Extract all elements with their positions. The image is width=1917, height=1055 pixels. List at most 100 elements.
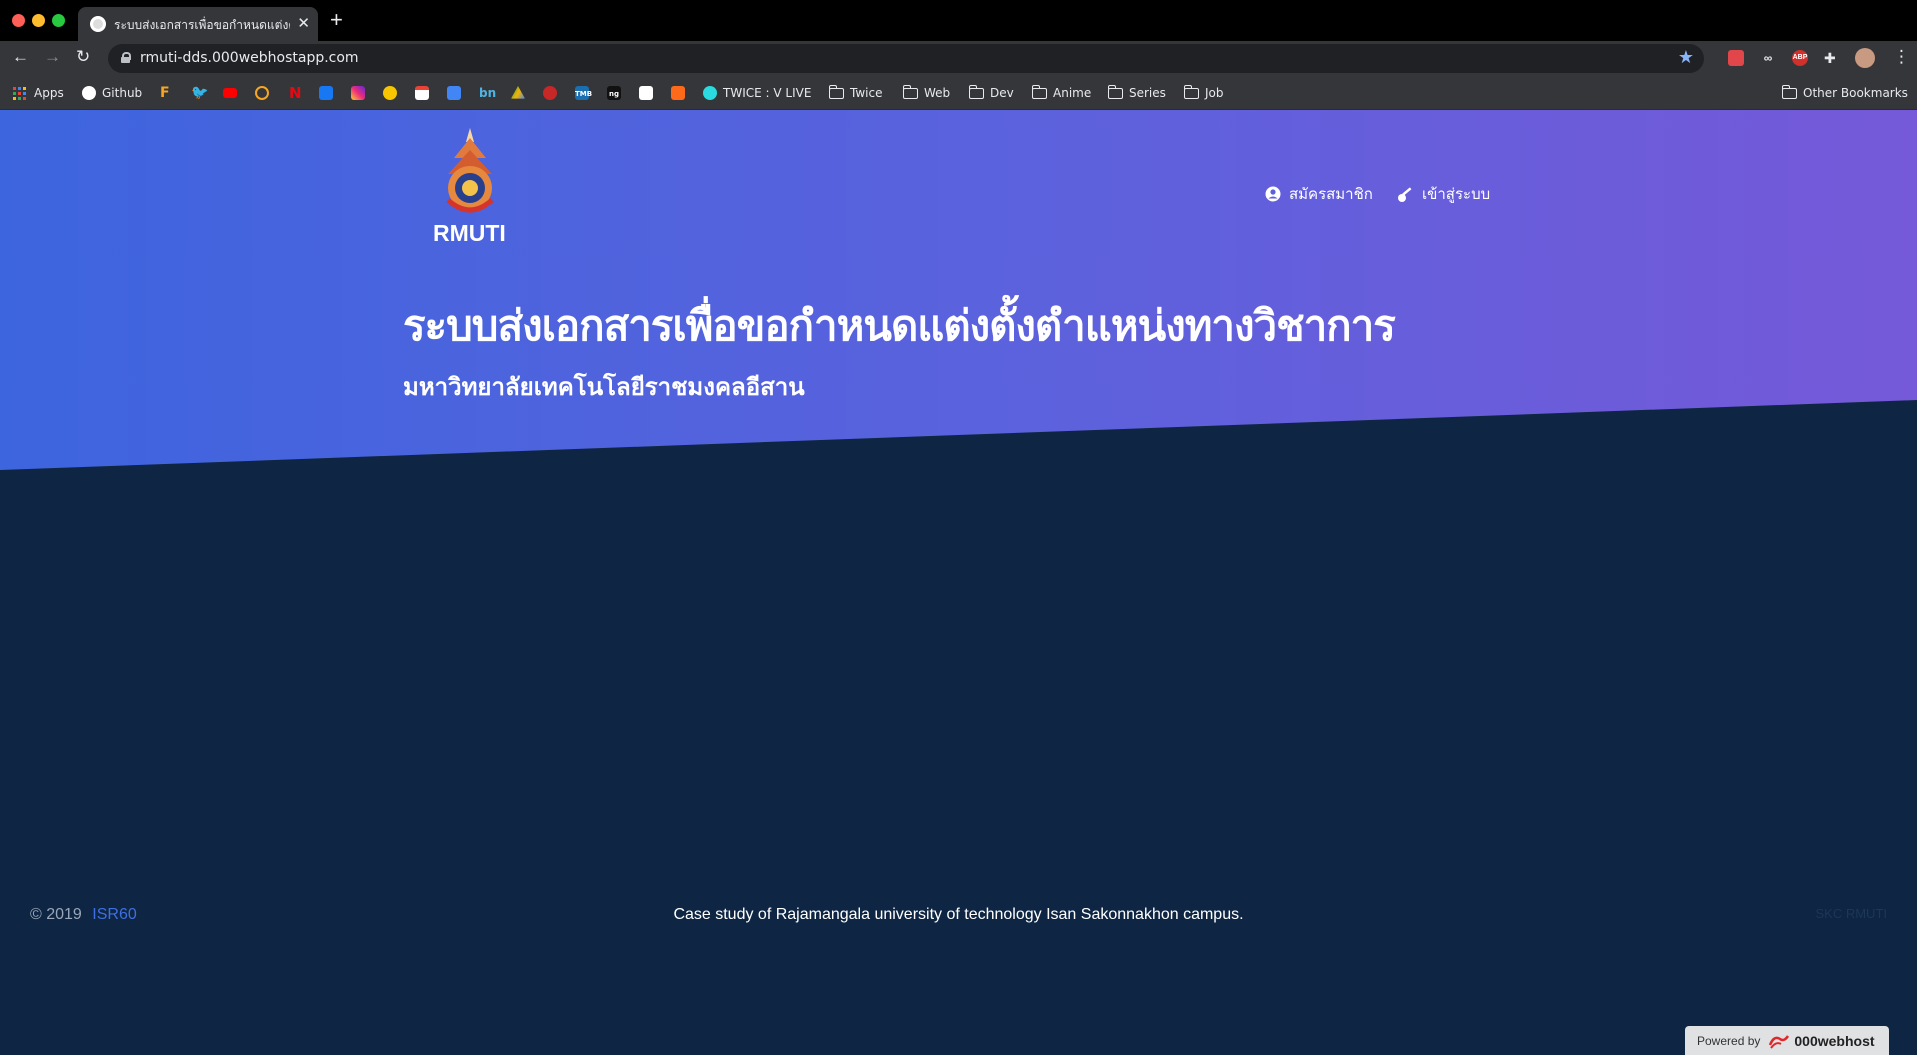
- tab-favicon-icon: [90, 16, 106, 32]
- bookmark-github[interactable]: Github: [82, 84, 142, 102]
- orange-app-icon: [671, 86, 685, 100]
- bookmark-folder-anime[interactable]: Anime: [1032, 84, 1091, 102]
- footer-right-text: SKC RMUTI: [1815, 906, 1888, 921]
- bookmark-translate[interactable]: [447, 84, 467, 102]
- play-circle-icon: [255, 86, 269, 100]
- shield-icon: [543, 86, 557, 100]
- folder-icon: [1184, 84, 1199, 99]
- bookmark-emoji[interactable]: [383, 84, 403, 102]
- login-label: เข้าสู่ระบบ: [1422, 185, 1491, 203]
- browser-tab-bar: ระบบส่งเอกสารเพื่อขอกำหนดแต่งตั้ง ✕ +: [0, 0, 1917, 41]
- profile-avatar[interactable]: [1855, 48, 1875, 68]
- register-label: สมัครสมาชิก: [1289, 185, 1373, 203]
- browser-tab-active[interactable]: ระบบส่งเอกสารเพื่อขอกำหนดแต่งตั้ง ✕: [78, 7, 318, 41]
- url-text[interactable]: rmuti-dds.000webhostapp.com: [140, 50, 359, 66]
- webhost-swirl-icon: [1769, 1034, 1790, 1049]
- bookmark-folder-dev[interactable]: Dev: [969, 84, 1014, 102]
- apps-grid-icon: [13, 86, 26, 100]
- bookmark-github-label: Github: [102, 86, 143, 100]
- folder-icon: [969, 84, 984, 99]
- register-link[interactable]: สมัครสมาชิก: [1265, 182, 1373, 206]
- translate-icon: [447, 86, 461, 100]
- tab-title: ระบบส่งเอกสารเพื่อขอกำหนดแต่งตั้ง: [114, 18, 290, 32]
- close-window-button[interactable]: [12, 14, 25, 27]
- webhost-logo: 000webhost: [1768, 1032, 1875, 1049]
- flag-extension-icon[interactable]: [1728, 50, 1744, 66]
- bookmark-other-bookmarks[interactable]: Other Bookmarks: [1782, 84, 1908, 102]
- bookmark-folder-web[interactable]: Web: [903, 84, 950, 102]
- bookmark-other-label: Other Bookmarks: [1803, 86, 1908, 100]
- bookmark-drive[interactable]: [511, 84, 531, 102]
- bookmark-folder-label: Series: [1129, 86, 1166, 100]
- adblock-extension-icon[interactable]: ABP: [1792, 50, 1808, 66]
- netflix-icon[interactable]: N: [289, 84, 302, 102]
- bookmark-play[interactable]: [255, 84, 275, 102]
- youtube-icon: [223, 88, 237, 98]
- bookmark-folder-label: Web: [924, 86, 951, 100]
- address-bar[interactable]: rmuti-dds.000webhostapp.com ★: [108, 44, 1704, 73]
- key-icon: [1398, 186, 1412, 202]
- bookmark-facebook[interactable]: [319, 84, 339, 102]
- bookmark-folder-label: Anime: [1053, 86, 1092, 100]
- page-subtitle: มหาวิทยาลัยเทคโนโลยีราชมงคลอีสาน: [403, 373, 805, 401]
- footer-caption: Case study of Rajamangala university of …: [673, 906, 1244, 923]
- facebook-icon: [319, 86, 333, 100]
- webhost-brand-label: 000webhost: [1794, 1032, 1875, 1049]
- bookmark-folder-label: Dev: [990, 86, 1014, 100]
- page-title: ระบบส่งเอกสารเพื่อขอกำหนดแต่งตั้งตำแหน่ง…: [403, 301, 1396, 350]
- smiley-icon: [383, 86, 397, 100]
- bookmark-star-icon[interactable]: ★: [1678, 47, 1694, 68]
- bookmark-f-icon[interactable]: F: [160, 84, 170, 102]
- glasses-extension-icon[interactable]: ∞: [1760, 50, 1776, 66]
- github-icon: [82, 86, 96, 100]
- reload-icon[interactable]: ↻: [76, 47, 90, 67]
- bookmark-folder-label: Twice: [850, 86, 883, 100]
- back-arrow-icon[interactable]: ←: [12, 47, 29, 67]
- bookmark-folder-series[interactable]: Series: [1108, 84, 1166, 102]
- bookmark-folder-job[interactable]: Job: [1184, 84, 1224, 102]
- bookmark-shield[interactable]: [543, 84, 563, 102]
- forward-arrow-icon[interactable]: →: [44, 47, 61, 67]
- hero-banner: [0, 110, 1917, 470]
- powered-by-badge[interactable]: Powered by 000webhost: [1685, 1026, 1889, 1055]
- folder-icon: [829, 84, 844, 99]
- bookmarks-bar: Apps Github F 🐦 N bn TMB ng TWICE : V LI…: [0, 76, 1917, 110]
- user-circle-icon: [1265, 186, 1281, 202]
- browser-toolbar: ← → ↻ rmuti-dds.000webhostapp.com ★ ∞ AB…: [0, 41, 1917, 76]
- bookmark-folder-label: Job: [1205, 86, 1224, 100]
- bookmark-r[interactable]: [639, 84, 659, 102]
- bookmark-twice-vlive[interactable]: TWICE : V LIVE: [703, 84, 811, 102]
- bookmark-gmail[interactable]: [415, 84, 435, 102]
- twitter-icon[interactable]: 🐦: [191, 84, 208, 102]
- gmail-icon: [415, 86, 429, 100]
- bookmark-instagram[interactable]: [351, 84, 371, 102]
- tmb-icon: TMB: [575, 86, 592, 100]
- bookmark-youtube[interactable]: [223, 84, 243, 102]
- folder-icon: [1782, 84, 1797, 99]
- puzzle-extensions-icon[interactable]: ✚: [1824, 50, 1840, 66]
- vlive-icon: [703, 86, 717, 100]
- powered-by-label: Powered by: [1697, 1033, 1761, 1048]
- login-link[interactable]: เข้าสู่ระบบ: [1397, 182, 1490, 206]
- folder-icon: [1032, 84, 1047, 99]
- ng-icon: ng: [607, 86, 621, 100]
- folder-icon: [903, 84, 918, 99]
- bookmark-folder-twice[interactable]: Twice: [829, 84, 882, 102]
- folder-icon: [1108, 84, 1123, 99]
- bookmark-apps[interactable]: Apps: [13, 84, 64, 102]
- tab-close-icon[interactable]: ✕: [297, 14, 310, 32]
- r-icon: [639, 86, 653, 100]
- bookmark-tmb[interactable]: TMB: [575, 84, 595, 102]
- bookmark-bn[interactable]: bn: [479, 84, 496, 102]
- bookmark-ng[interactable]: ng: [607, 84, 627, 102]
- lock-icon[interactable]: [121, 52, 131, 63]
- rmuti-logo-emblem[interactable]: [430, 128, 510, 218]
- drive-icon: [511, 86, 525, 99]
- bookmark-orange[interactable]: [671, 84, 691, 102]
- instagram-icon: [351, 86, 365, 100]
- more-menu-icon[interactable]: ⋮: [1893, 47, 1910, 67]
- minimize-window-button[interactable]: [32, 14, 45, 27]
- bookmark-apps-label: Apps: [34, 86, 64, 100]
- new-tab-plus-icon[interactable]: +: [330, 9, 343, 31]
- maximize-window-button[interactable]: [52, 14, 65, 27]
